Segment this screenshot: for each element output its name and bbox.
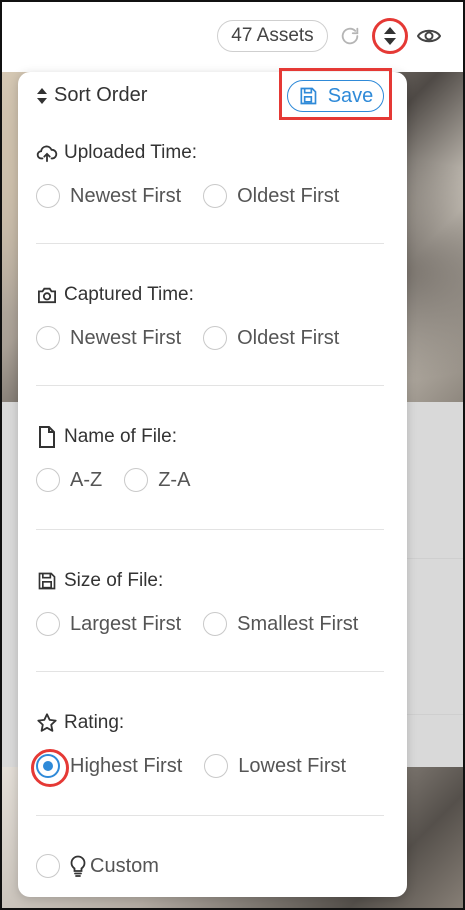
section-title: Name of File: bbox=[36, 424, 384, 450]
top-toolbar: 47 Assets bbox=[2, 2, 463, 72]
sort-icon[interactable] bbox=[372, 18, 408, 54]
option-a-z[interactable]: A-Z bbox=[36, 468, 102, 492]
option-label: Lowest First bbox=[238, 754, 347, 777]
radio-button[interactable] bbox=[36, 854, 60, 878]
options-row: Largest First Smallest First bbox=[36, 610, 384, 638]
save-label: Save bbox=[327, 84, 374, 107]
option-oldest-first[interactable]: Oldest First bbox=[203, 184, 339, 208]
radio-button[interactable] bbox=[203, 326, 228, 350]
floppy-icon bbox=[36, 570, 58, 592]
radio-button[interactable] bbox=[36, 612, 60, 636]
option-label: Highest First bbox=[70, 754, 183, 777]
radio-button[interactable] bbox=[36, 184, 60, 208]
divider bbox=[36, 529, 384, 530]
options-row: Newest First Oldest First bbox=[36, 182, 384, 210]
option-label: Largest First bbox=[70, 612, 182, 635]
section-captured-time: Captured Time: Newest First Oldest First bbox=[36, 282, 384, 352]
lightbulb-icon bbox=[70, 855, 86, 877]
option-highest-first[interactable]: Highest First bbox=[31, 749, 183, 787]
floppy-icon bbox=[300, 87, 317, 105]
option-largest-first[interactable]: Largest First bbox=[36, 612, 181, 636]
option-z-a[interactable]: Z-A bbox=[124, 468, 190, 492]
camera-icon bbox=[36, 284, 58, 306]
option-lowest-first[interactable]: Lowest First bbox=[204, 754, 346, 778]
divider bbox=[36, 243, 384, 244]
refresh-icon[interactable] bbox=[338, 24, 362, 48]
selection-highlight bbox=[31, 749, 69, 787]
panel-header: Sort Order Save bbox=[18, 68, 407, 120]
star-icon bbox=[36, 712, 58, 734]
background-divider bbox=[407, 714, 463, 715]
section-uploaded-time: Uploaded Time: Newest First Oldest First bbox=[36, 140, 384, 210]
sort-icon bbox=[36, 87, 48, 105]
section-label: Name of File: bbox=[64, 426, 177, 447]
option-newest-first[interactable]: Newest First bbox=[36, 326, 181, 350]
options-row: A-Z Z-A bbox=[36, 466, 384, 494]
section-title: Size of File: bbox=[36, 568, 384, 594]
file-icon bbox=[36, 426, 58, 448]
divider bbox=[36, 671, 384, 672]
assets-count-badge[interactable]: 47 Assets bbox=[217, 20, 328, 52]
radio-button-selected[interactable] bbox=[31, 749, 69, 787]
option-label: Oldest First bbox=[237, 326, 340, 349]
option-label: Custom bbox=[90, 854, 159, 877]
app-frame: 47 Assets Sort Order Save Uploaded Time:… bbox=[0, 0, 465, 910]
radio-button[interactable] bbox=[124, 468, 149, 492]
option-label: Newest First bbox=[70, 184, 182, 207]
section-label: Size of File: bbox=[64, 570, 164, 591]
options-row: Newest First Oldest First bbox=[36, 324, 384, 352]
section-title: Captured Time: bbox=[36, 282, 384, 308]
section-label: Uploaded Time: bbox=[64, 142, 198, 163]
radio-button[interactable] bbox=[203, 612, 228, 636]
options-row: Custom bbox=[36, 852, 384, 880]
radio-button[interactable] bbox=[203, 184, 228, 208]
radio-button[interactable] bbox=[204, 754, 229, 778]
option-label: A-Z bbox=[70, 468, 103, 491]
cloud-upload-icon bbox=[36, 142, 58, 164]
section-rating: Rating: Highest First Lowest First bbox=[31, 710, 384, 787]
divider bbox=[36, 815, 384, 816]
section-custom: Custom bbox=[36, 852, 384, 880]
section-label: Rating: bbox=[64, 712, 125, 733]
section-label: Captured Time: bbox=[64, 284, 194, 305]
sort-order-panel: Sort Order Save Uploaded Time: Newest Fi… bbox=[18, 68, 407, 897]
option-newest-first[interactable]: Newest First bbox=[36, 184, 181, 208]
radio-button[interactable] bbox=[36, 468, 60, 492]
option-label: Oldest First bbox=[237, 184, 340, 207]
background-divider bbox=[407, 558, 463, 559]
section-size-of-file: Size of File: Largest First Smallest Fir… bbox=[36, 568, 384, 638]
section-name-of-file: Name of File: A-Z Z-A bbox=[36, 424, 384, 494]
option-custom[interactable]: Custom bbox=[36, 854, 159, 878]
section-title: Rating: bbox=[36, 710, 384, 736]
options-row: Highest First Lowest First bbox=[31, 749, 384, 787]
save-button[interactable]: Save bbox=[287, 80, 384, 112]
option-label: Z-A bbox=[158, 468, 191, 491]
divider bbox=[36, 385, 384, 386]
panel-title: Sort Order bbox=[36, 84, 147, 107]
option-oldest-first[interactable]: Oldest First bbox=[203, 326, 339, 350]
option-label: Smallest First bbox=[237, 612, 359, 635]
option-smallest-first[interactable]: Smallest First bbox=[203, 612, 358, 636]
radio-button[interactable] bbox=[36, 326, 60, 350]
section-title: Uploaded Time: bbox=[36, 140, 384, 166]
option-label: Newest First bbox=[70, 326, 182, 349]
panel-title-label: Sort Order bbox=[54, 84, 148, 106]
eye-icon[interactable] bbox=[416, 24, 442, 48]
